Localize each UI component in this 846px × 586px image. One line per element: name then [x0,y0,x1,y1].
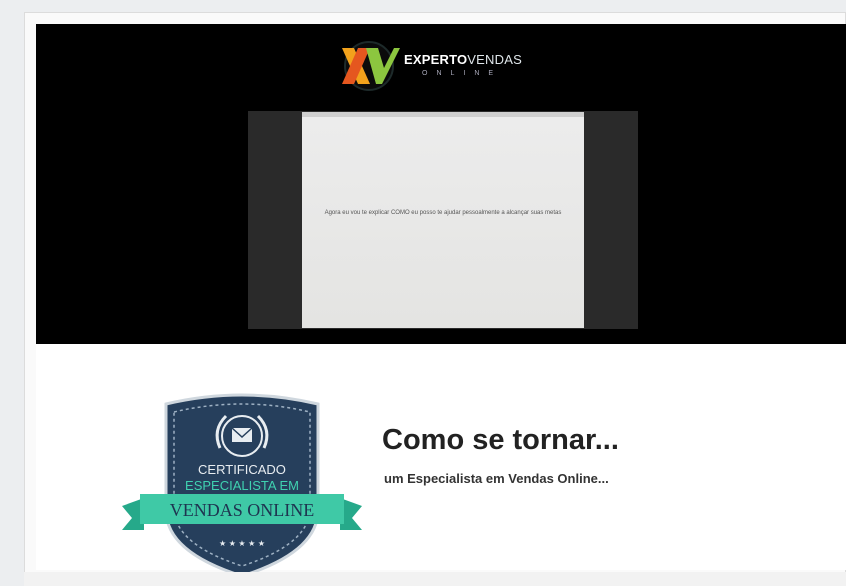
promo-section: CERTIFICADO ESPECIALISTA EM VENDAS ONLIN… [36,344,846,576]
brand-logo: EXPERTOVENDAS ONLINE [338,38,558,94]
badge-line1: CERTIFICADO [198,462,286,477]
badge-ribbon-text: VENDAS ONLINE [170,500,314,520]
slide-text: Agora eu vou te explicar COMO eu posso t… [324,210,562,216]
brand-wordmark: EXPERTOVENDAS [404,52,522,67]
promo-subtitle: um Especialista em Vendas Online... [384,471,609,486]
video-player[interactable]: EXPERTOVENDAS ONLINE Agora eu vou te exp… [36,24,846,344]
bottom-strip [24,572,846,586]
badge-line2: ESPECIALISTA EM [185,478,299,493]
brand-subline: ONLINE [422,70,503,77]
xv-logo-icon [342,41,400,91]
certificate-badge: CERTIFICADO ESPECIALISTA EM VENDAS ONLIN… [122,393,362,576]
video-slide: Agora eu vou te explicar COMO eu posso t… [302,112,584,328]
promo-title: Como se tornar... [382,424,619,456]
badge-stars: ★ ★ ★ ★ ★ [219,539,265,548]
